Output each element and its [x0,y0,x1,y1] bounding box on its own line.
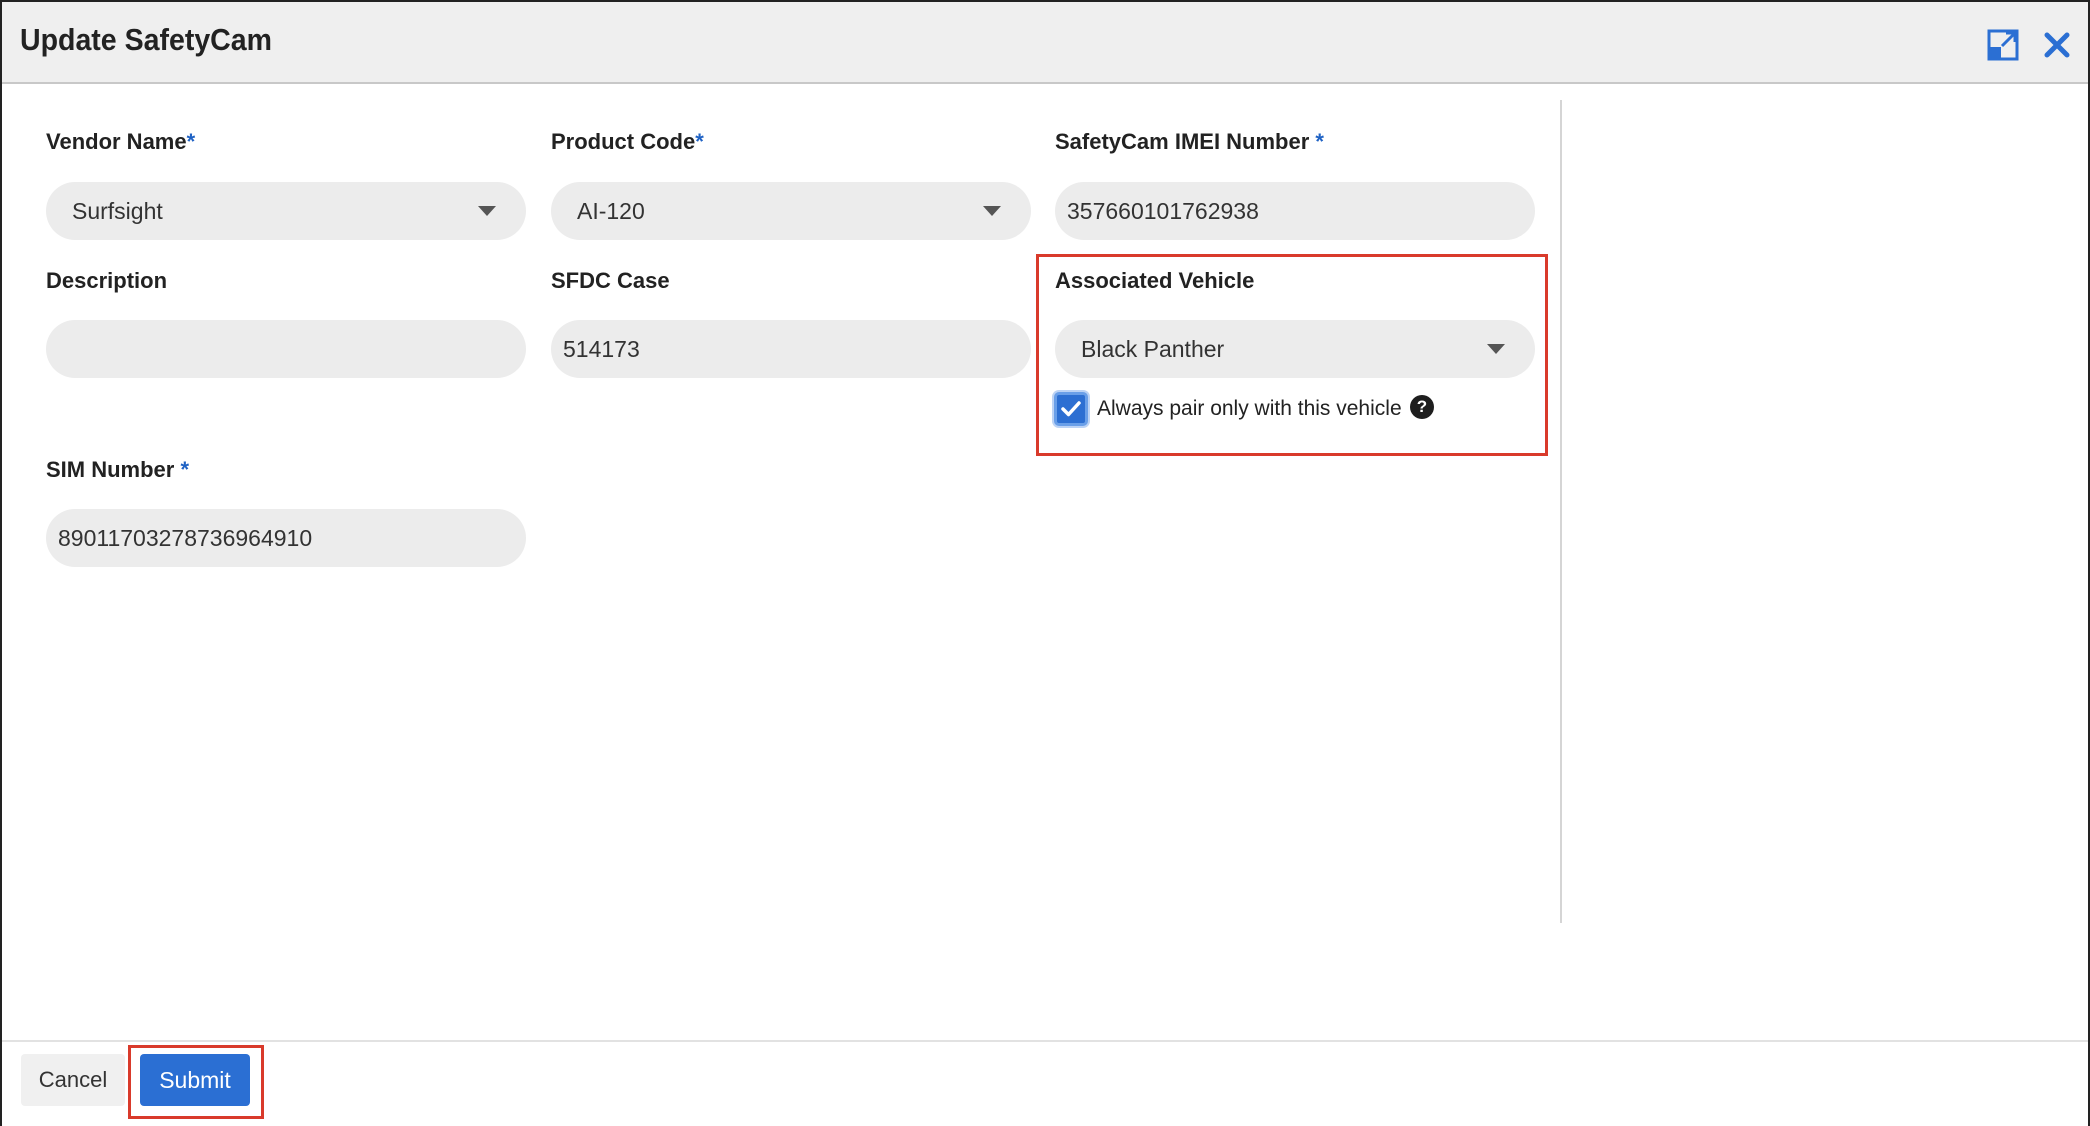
description-label: Description [46,268,168,293]
sfdc-case-value: 514173 [563,336,640,362]
product-code-label-text: Product Code [551,129,696,154]
imei-label: SafetyCam IMEI Number * [1055,129,1324,155]
close-icon[interactable] [2040,28,2074,62]
associated-vehicle-select[interactable]: Black Panther [1055,320,1535,378]
expand-icon[interactable] [1986,28,2020,62]
help-icon[interactable]: ? [1410,395,1434,419]
chevron-down-icon [478,206,496,216]
imei-input[interactable]: 357660101762938 [1055,182,1535,240]
imei-value: 357660101762938 [1067,198,1259,224]
vendor-name-value: Surfsight [72,198,163,224]
required-marker: * [695,129,704,154]
dialog-header: Update SafetyCam [2,2,2088,84]
imei-label-text: SafetyCam IMEI Number [1055,129,1310,154]
sfdc-case-input[interactable]: 514173 [551,320,1031,378]
column-divider [1560,100,1562,923]
vendor-name-label-text: Vendor Name [46,129,187,154]
always-pair-label: Always pair only with this vehicle [1097,397,1402,420]
always-pair-checkbox[interactable] [1054,392,1088,426]
sim-number-label: SIM Number * [46,457,189,483]
required-marker: * [180,457,190,482]
required-marker: * [186,129,196,154]
chevron-down-icon [983,206,1001,216]
dialog-title: Update SafetyCam [20,22,273,57]
product-code-label: Product Code* [551,129,704,155]
associated-vehicle-label: Associated Vehicle [1055,268,1255,293]
vendor-name-select[interactable]: Surfsight [46,182,526,240]
associated-vehicle-value: Black Panther [1081,336,1225,362]
chevron-down-icon [1487,344,1505,354]
dialog-footer [2,1040,2088,1126]
vendor-name-label: Vendor Name* [46,129,195,155]
product-code-select[interactable]: AI-120 [551,182,1031,240]
required-marker: * [1315,129,1324,154]
sim-number-label-text: SIM Number [46,457,175,482]
product-code-value: AI-120 [577,198,645,224]
description-input[interactable] [46,320,526,378]
cancel-button[interactable]: Cancel [21,1054,125,1106]
sim-number-value: 89011703278736964910 [58,525,313,551]
sim-number-input[interactable]: 89011703278736964910 [46,509,526,567]
submit-button[interactable]: Submit [140,1054,250,1106]
checkmark-icon [1061,401,1081,417]
sfdc-case-label: SFDC Case [551,268,670,293]
update-safetycam-dialog: Update SafetyCam Vendor Name* Surfsight … [0,0,2090,1126]
